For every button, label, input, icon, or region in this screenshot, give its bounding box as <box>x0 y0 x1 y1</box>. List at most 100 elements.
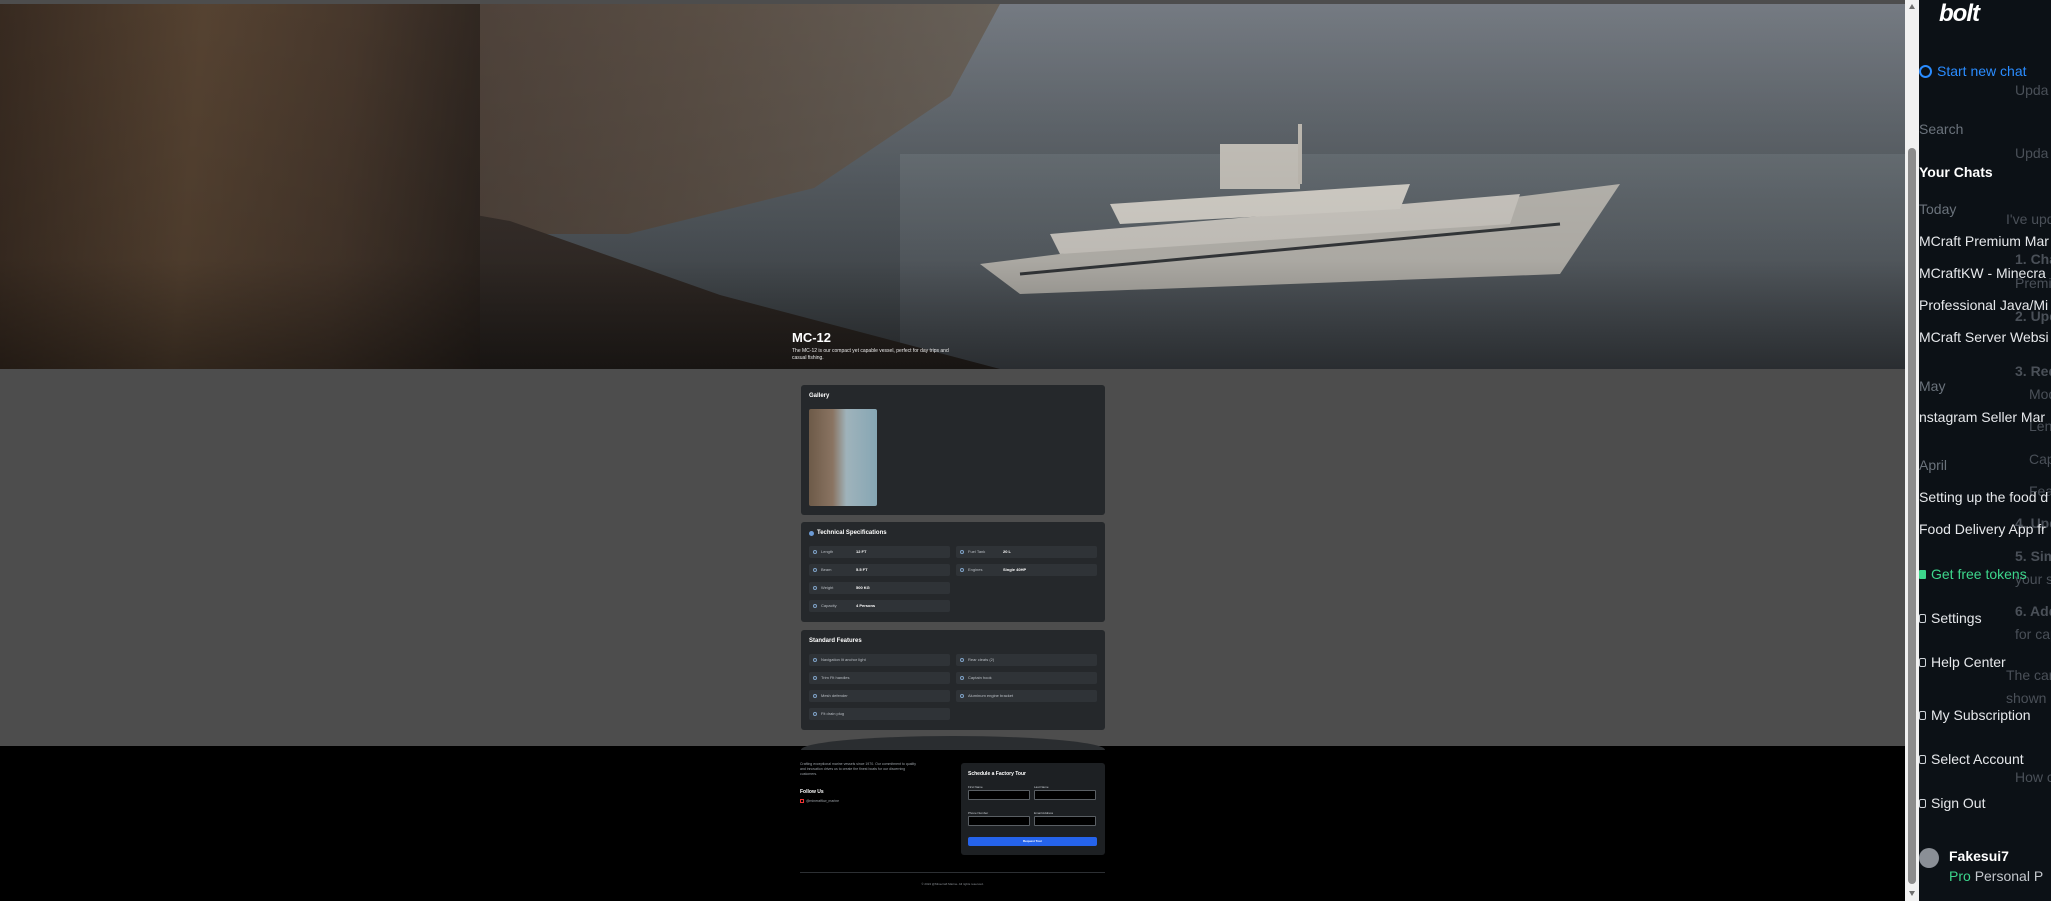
spec-label: Capacity <box>821 603 837 608</box>
subscription-icon <box>1919 711 1926 720</box>
feature-label: Captain hook <box>968 675 992 680</box>
chat-item[interactable]: MCraft Server Websi <box>1919 329 2049 345</box>
my-subscription-menu-item[interactable]: My Subscription <box>1931 707 2031 723</box>
feature-row: Mesh defender <box>809 690 950 702</box>
specs-title: Technical Specifications <box>817 530 887 536</box>
chat-item[interactable]: MCraft Premium Mar <box>1919 233 2049 249</box>
help-icon <box>1919 658 1926 667</box>
feature-label: Mesh defender <box>821 693 848 698</box>
bg-line: 5. Simplifi <box>2015 548 2051 564</box>
features-title: Standard Features <box>809 638 862 644</box>
spec-label: Length <box>821 549 834 554</box>
preview-scrollbar[interactable] <box>1905 0 1919 901</box>
phone-label: Phone Number <box>968 811 989 815</box>
bolt-logo[interactable]: bolt <box>1939 0 1980 28</box>
site-preview: MC-12 The MC-12 is our compact yet capab… <box>0 0 1905 901</box>
check-icon <box>960 676 964 680</box>
spec-label: Weight <box>821 585 834 590</box>
email-label: Email Address <box>1034 811 1054 815</box>
feature-row: Aluminum engine bracket <box>956 690 1097 702</box>
check-icon <box>813 694 817 698</box>
avatar[interactable] <box>1919 848 1939 868</box>
beam-icon <box>813 568 817 572</box>
specs-card: Technical Specifications Length 12 FT Fue… <box>801 522 1105 622</box>
hero-image: MC-12 The MC-12 is our compact yet capab… <box>0 4 1905 369</box>
spec-row: Capacity 4 Persons <box>809 600 950 612</box>
group-april: April <box>1919 457 1948 473</box>
check-icon <box>813 658 817 662</box>
plan-name: Personal P <box>1974 868 2044 884</box>
fuel-icon <box>960 550 964 554</box>
spec-value: 20 L <box>1003 549 1012 554</box>
copyright: © 2024 @Minecraft Marine. All rights res… <box>921 882 984 886</box>
bg-line: Upda <box>2015 82 2049 98</box>
spec-value: 12 FT <box>856 549 867 554</box>
instagram-link[interactable]: @mineraftkw_marine <box>800 799 840 804</box>
check-icon <box>960 658 964 662</box>
ruler-icon <box>813 550 817 554</box>
email-field[interactable] <box>1034 816 1096 826</box>
chat-item[interactable]: Professional Java/Mi <box>1919 297 2048 313</box>
bg-line: The cards n <box>2006 667 2051 683</box>
spec-value: 4 Persons <box>856 603 876 608</box>
scroll-down-arrow-icon[interactable] <box>1909 891 1915 896</box>
plan-label: Pro Personal P <box>1949 868 2043 884</box>
spec-row: Engines Single 40HP <box>956 564 1097 576</box>
sign-out-icon <box>1919 799 1926 808</box>
start-new-chat-button[interactable]: Start new chat <box>1919 62 2051 84</box>
gallery-card: Gallery <box>801 385 1105 515</box>
spec-row: Fuel Tank 20 L <box>956 546 1097 558</box>
group-may: May <box>1919 378 1946 394</box>
spec-label: Fuel Tank <box>968 549 986 554</box>
footer-wave <box>801 736 1105 750</box>
select-account-menu-item[interactable]: Select Account <box>1931 751 2024 767</box>
account-icon <box>1919 755 1926 764</box>
last-name-field[interactable] <box>1034 790 1096 800</box>
get-free-tokens-link[interactable]: Get free tokens <box>1931 566 2027 582</box>
spec-label: Engines <box>968 567 983 572</box>
gallery-title: Gallery <box>809 393 830 399</box>
capacity-icon <box>813 604 817 608</box>
plus-circle-icon <box>1919 65 1932 78</box>
settings-menu-item[interactable]: Settings <box>1931 610 1982 626</box>
chat-item[interactable]: Setting up the food d <box>1919 489 2048 505</box>
bg-line: How can <box>2015 769 2051 785</box>
spec-value: 500 KG <box>856 585 870 590</box>
hero-description: The MC-12 is our compact yet capable ves… <box>792 348 949 361</box>
first-name-label: First Name <box>968 785 983 789</box>
group-today: Today <box>1919 201 1957 217</box>
app-window: MC-12 The MC-12 is our compact yet capab… <box>0 0 2051 901</box>
help-center-menu-item[interactable]: Help Center <box>1931 654 2006 670</box>
check-icon <box>960 694 964 698</box>
chat-item[interactable]: Food Delivery App fr <box>1919 521 2046 537</box>
footer-divider <box>800 872 1105 873</box>
site-footer <box>0 746 1905 901</box>
start-new-chat-label: Start new chat <box>1937 63 2027 79</box>
request-tour-button[interactable]: Request Tour <box>968 837 1097 846</box>
spec-row: Beam 5.5 FT <box>809 564 950 576</box>
chat-item[interactable]: MCraftKW - Minecra <box>1919 265 2046 281</box>
check-icon <box>813 676 817 680</box>
instagram-handle: @mineraftkw_marine <box>806 799 840 803</box>
scroll-up-arrow-icon[interactable] <box>1909 4 1915 9</box>
bg-line: 3. Redesig <box>2015 363 2051 379</box>
spec-row: Length 12 FT <box>809 546 950 558</box>
specs-icon <box>809 531 814 536</box>
username: Fakesui7 <box>1949 848 2009 864</box>
check-icon <box>813 712 817 716</box>
bg-line: shown in yo <box>2006 690 2051 706</box>
weight-icon <box>813 586 817 590</box>
gallery-thumbnail[interactable] <box>809 409 877 506</box>
phone-field[interactable] <box>968 816 1030 826</box>
sign-out-menu-item[interactable]: Sign Out <box>1931 795 1985 811</box>
follow-title: Follow Us <box>800 789 824 795</box>
tour-form: Schedule a Factory Tour First Name Last … <box>961 763 1105 855</box>
chat-item[interactable]: nstagram Seller Mar <box>1919 409 2045 425</box>
hero-overlay <box>0 4 1905 369</box>
tour-title: Schedule a Factory Tour <box>968 771 1026 777</box>
scroll-thumb[interactable] <box>1908 148 1916 884</box>
first-name-field[interactable] <box>968 790 1030 800</box>
search-input[interactable]: Search <box>1919 121 2051 141</box>
feature-row: Navigation lit anchor light <box>809 654 950 666</box>
engine-icon <box>960 568 964 572</box>
